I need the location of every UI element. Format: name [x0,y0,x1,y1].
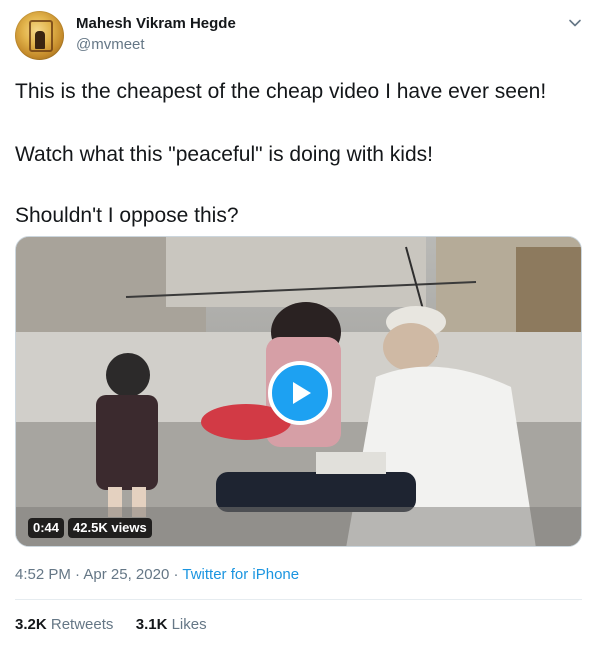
tweet-meta: 4:52 PM · Apr 25, 2020 · Twitter for iPh… [15,566,299,583]
retweets-label: Retweets [50,616,114,633]
tweet-text-line-3: Shouldn't I oppose this? [15,204,239,227]
video-views-badge: 42.5K views [68,518,152,538]
likes-label: Likes [171,616,207,633]
tweet-text-line-2: Watch what this "peaceful" is doing with… [15,143,433,166]
author-handle[interactable]: @mvmeet [76,36,145,53]
meta-separator: · [75,566,81,583]
retweets-stat[interactable]: 3.2K Retweets [15,616,118,633]
likes-count: 3.1K [135,616,168,633]
play-icon[interactable] [268,361,332,425]
tweet-card: Mahesh Vikram Hegde @mvmeet This is the … [0,0,598,652]
divider [15,599,582,600]
tweet-stats: 3.2K Retweets 3.1K Likes [15,616,207,633]
tweet-text-line-1: This is the cheapest of the cheap video … [15,80,547,103]
chevron-down-icon[interactable] [566,14,584,32]
user-avatar[interactable] [15,11,64,60]
meta-separator: · [173,566,179,583]
likes-stat[interactable]: 3.1K Likes [136,616,207,633]
avatar-figure-shape [35,31,45,49]
tweet-date[interactable]: Apr 25, 2020 [83,566,169,583]
video-duration-badge: 0:44 [28,518,65,538]
video-player[interactable]: 0:44 42.5K views [15,236,582,547]
tweet-time[interactable]: 4:52 PM [15,566,71,583]
author-name[interactable]: Mahesh Vikram Hegde [76,15,236,32]
tweet-source-link[interactable]: Twitter for iPhone [182,566,299,583]
video-badges: 0:44 42.5K views [28,518,152,538]
retweets-count: 3.2K [15,616,47,633]
